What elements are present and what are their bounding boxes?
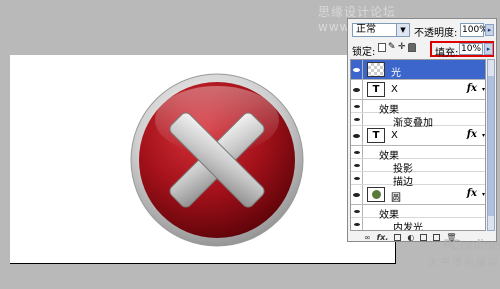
expand-triangle-icon[interactable]: ▾ (482, 191, 485, 198)
site-watermark: PConline 太平洋电脑网 (404, 238, 500, 269)
layer-row[interactable]: 圆 fx ▾ (351, 185, 485, 205)
visibility-eye-icon[interactable] (351, 113, 363, 125)
lock-all-icon[interactable] (408, 43, 416, 52)
lock-move-icon[interactable]: ✛ (398, 43, 406, 52)
layers-scrollbar[interactable] (487, 59, 495, 231)
fx-icon[interactable]: fx (467, 83, 477, 94)
text-layer-thumbnail: T (367, 128, 385, 143)
fx-icon[interactable]: fx (467, 129, 477, 140)
opacity-slider-button[interactable]: ▸ (485, 24, 494, 36)
effect-name: 内发光 (393, 223, 423, 231)
blend-opacity-row: 正常 ▼ 不透明度: 100% ▸ (350, 23, 494, 39)
opacity-input[interactable]: 100% (460, 23, 488, 37)
fill-label: 填充: (435, 48, 459, 59)
visibility-eye-icon[interactable] (351, 159, 363, 171)
visibility-eye-icon[interactable] (351, 100, 363, 112)
layer-thumbnail (367, 62, 385, 77)
add-style-icon[interactable]: fx. (377, 233, 389, 242)
layer-name: 光 (391, 68, 401, 79)
lock-paint-icon[interactable]: ✎ (388, 43, 396, 52)
expand-triangle-icon[interactable]: ▾ (482, 132, 485, 139)
watermark-subtitle: 太平洋电脑网 (428, 258, 500, 269)
layer-row[interactable]: 光 (351, 60, 485, 80)
effect-item[interactable]: 投影 (351, 159, 485, 175)
close-x-button-graphic (122, 65, 312, 258)
fill-input[interactable]: 10% (459, 43, 483, 55)
chevron-down-icon: ▼ (396, 24, 409, 36)
effects-row: 效果 (351, 146, 485, 162)
layers-panel: 正常 ▼ 不透明度: 100% ▸ 锁定: ✎ ✛ 填充: 10% ▸ 光 T … (347, 18, 497, 242)
opacity-label: 不透明度: (414, 28, 458, 39)
scrollbar-thumb[interactable] (488, 76, 494, 216)
lock-label: 锁定: (352, 47, 376, 58)
visibility-eye-icon[interactable] (351, 218, 363, 230)
blend-mode-value: 正常 (356, 24, 376, 35)
layer-name: X (391, 130, 398, 141)
expand-triangle-icon[interactable]: ▾ (482, 86, 485, 93)
effect-item[interactable]: 描边 (351, 172, 485, 188)
visibility-eye-icon[interactable] (351, 80, 363, 99)
lock-transparent-icon[interactable] (378, 43, 386, 52)
document-canvas[interactable] (10, 55, 396, 264)
add-mask-icon[interactable] (394, 233, 402, 241)
fill-highlight: 填充: 10% ▸ (430, 41, 494, 59)
fx-icon[interactable]: fx (467, 188, 477, 199)
layer-row[interactable]: T X fx ▾ (351, 80, 485, 100)
layer-name: X (391, 84, 398, 95)
visibility-eye-icon[interactable] (351, 172, 363, 184)
visibility-eye-icon[interactable] (351, 205, 363, 217)
effects-row: 效果 (351, 205, 485, 221)
blend-mode-select[interactable]: 正常 ▼ (352, 23, 410, 37)
lock-icons: ✎ ✛ (378, 43, 416, 52)
fill-slider-button[interactable]: ▸ (484, 43, 493, 55)
visibility-eye-icon[interactable] (351, 185, 363, 204)
text-layer-thumbnail: T (367, 82, 385, 97)
effect-item[interactable]: 渐变叠加 (351, 113, 485, 129)
watermark-logo: PConline (443, 238, 500, 254)
layer-thumbnail (367, 187, 385, 202)
link-layers-icon[interactable]: ∞ (364, 233, 371, 242)
visibility-eye-icon[interactable] (351, 146, 363, 158)
visibility-eye-icon[interactable] (351, 60, 363, 79)
effect-item[interactable]: 内发光 (351, 218, 485, 231)
visibility-eye-icon[interactable] (351, 126, 363, 145)
effects-row: 效果 (351, 100, 485, 116)
lock-fill-row: 锁定: ✎ ✛ 填充: 10% ▸ (350, 41, 494, 59)
layer-name: 圆 (391, 193, 401, 204)
layer-list: 光 T X fx ▾ 效果 渐变叠加 T X fx ▾ 效果 投影 描边 圆 f… (350, 59, 486, 231)
layer-row[interactable]: T X fx ▾ (351, 126, 485, 146)
